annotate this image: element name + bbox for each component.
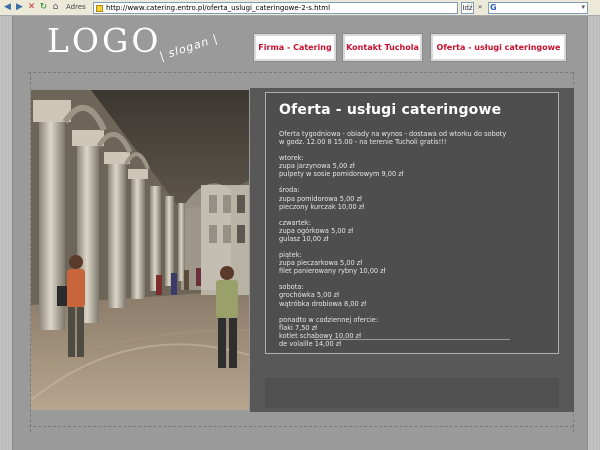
offer-line: zupa pieczarkowa 5,00 zł bbox=[279, 259, 363, 268]
search-input[interactable]: G ▾ bbox=[488, 2, 588, 14]
offer-paragraph: czwartek: zupa ogórkowa 5,00 zł gulasz 10,… bbox=[279, 219, 549, 243]
offer-line: Oferta tygodniowa - obiady na wynos - do… bbox=[279, 130, 507, 138]
address-label: Adres bbox=[66, 3, 86, 11]
forward-icon[interactable]: ▶ bbox=[14, 2, 25, 13]
offer-paragraph: ponadto w codziennej ofercie: flaki 7,50 … bbox=[279, 316, 549, 348]
back-icon[interactable]: ◀ bbox=[2, 2, 13, 13]
address-bar[interactable]: http://www.catering.entro.pl/oferta_uslu… bbox=[93, 2, 458, 14]
browser-toolbar: ◀ ▶ ✕ ↻ ⌂ Adres http://www.catering.entr… bbox=[0, 0, 600, 16]
offer-line: ponadto w codziennej ofercie: bbox=[279, 315, 379, 324]
offer-text: Oferta tygodniowa - obiady na wynos - do… bbox=[279, 130, 549, 356]
offer-line: zupa jarzynowa 5,00 zł bbox=[279, 162, 355, 171]
stop-icon[interactable]: ✕ bbox=[26, 2, 37, 13]
offer-line: wątróbka drobiowa 8,00 zł bbox=[279, 299, 367, 308]
offer-line: zupa pomidorowa 5,00 zł bbox=[279, 194, 362, 203]
offer-line: czwartek: bbox=[279, 218, 311, 227]
address-text[interactable]: http://www.catering.entro.pl/oferta_uslu… bbox=[106, 4, 330, 12]
colonnade-photo bbox=[31, 90, 249, 410]
offer-line: pulpety w sosie pomidorowym 9,00 zł bbox=[279, 170, 404, 179]
home-icon[interactable]: ⌂ bbox=[50, 2, 61, 13]
search-engine-icon: G bbox=[490, 3, 497, 12]
offer-line: grochówka 5,00 zł bbox=[279, 291, 339, 300]
offer-line: piątek: bbox=[279, 251, 302, 260]
offer-line: de volaille 14,00 zł bbox=[279, 339, 342, 348]
footer-panel bbox=[265, 378, 559, 408]
offer-paragraph: piątek: zupa pieczarkowa 5,00 zł filet pan… bbox=[279, 251, 549, 275]
offer-line: filet panierowany rybny 10,00 zł bbox=[279, 267, 386, 276]
offer-line: środa: bbox=[279, 186, 300, 195]
links-chevron-icon[interactable]: » bbox=[478, 3, 482, 11]
nav-firma-catering[interactable]: Firma - Catering bbox=[253, 33, 337, 62]
offer-paragraph: wtorek: zupa jarzynowa 5,00 zł pulpety w s… bbox=[279, 154, 549, 178]
nav-oferta-uslugi[interactable]: Oferta - usługi cateringowe bbox=[430, 33, 567, 62]
divider bbox=[314, 339, 510, 340]
offer-paragraph: Oferta tygodniowa - obiady na wynos - do… bbox=[279, 130, 549, 146]
go-button[interactable]: Idź bbox=[461, 2, 474, 14]
search-dropdown-icon[interactable]: ▾ bbox=[581, 3, 585, 11]
nav-kontakt-tuchola[interactable]: Kontakt Tuchola bbox=[342, 33, 423, 62]
site-logo[interactable]: LOGO bbox=[47, 24, 161, 57]
refresh-icon[interactable]: ↻ bbox=[38, 2, 49, 13]
offer-line: sobota: bbox=[279, 283, 304, 292]
offer-panel: Oferta - usługi cateringowe Oferta tygod… bbox=[265, 92, 559, 354]
offer-title: Oferta - usługi cateringowe bbox=[279, 102, 502, 118]
offer-line: zupa ogórkowa 5,00 zł bbox=[279, 226, 354, 235]
offer-line: flaki 7,50 zł bbox=[279, 323, 318, 332]
page-favicon-icon bbox=[96, 5, 103, 12]
offer-line: w godz. 12.00 8 15.00 - na terenie Tucho… bbox=[279, 138, 447, 147]
offer-line: pieczony kurczak 10,00 zł bbox=[279, 202, 365, 211]
divider bbox=[28, 426, 573, 427]
offer-paragraph: środa: zupa pomidorowa 5,00 zł pieczony ku… bbox=[279, 186, 549, 210]
offer-paragraph: sobota: grochówka 5,00 zł wątróbka drobiow… bbox=[279, 283, 549, 307]
offer-line: wtorek: bbox=[279, 154, 304, 163]
divider bbox=[28, 72, 573, 73]
offer-line: gulasz 10,00 zł bbox=[279, 234, 329, 243]
